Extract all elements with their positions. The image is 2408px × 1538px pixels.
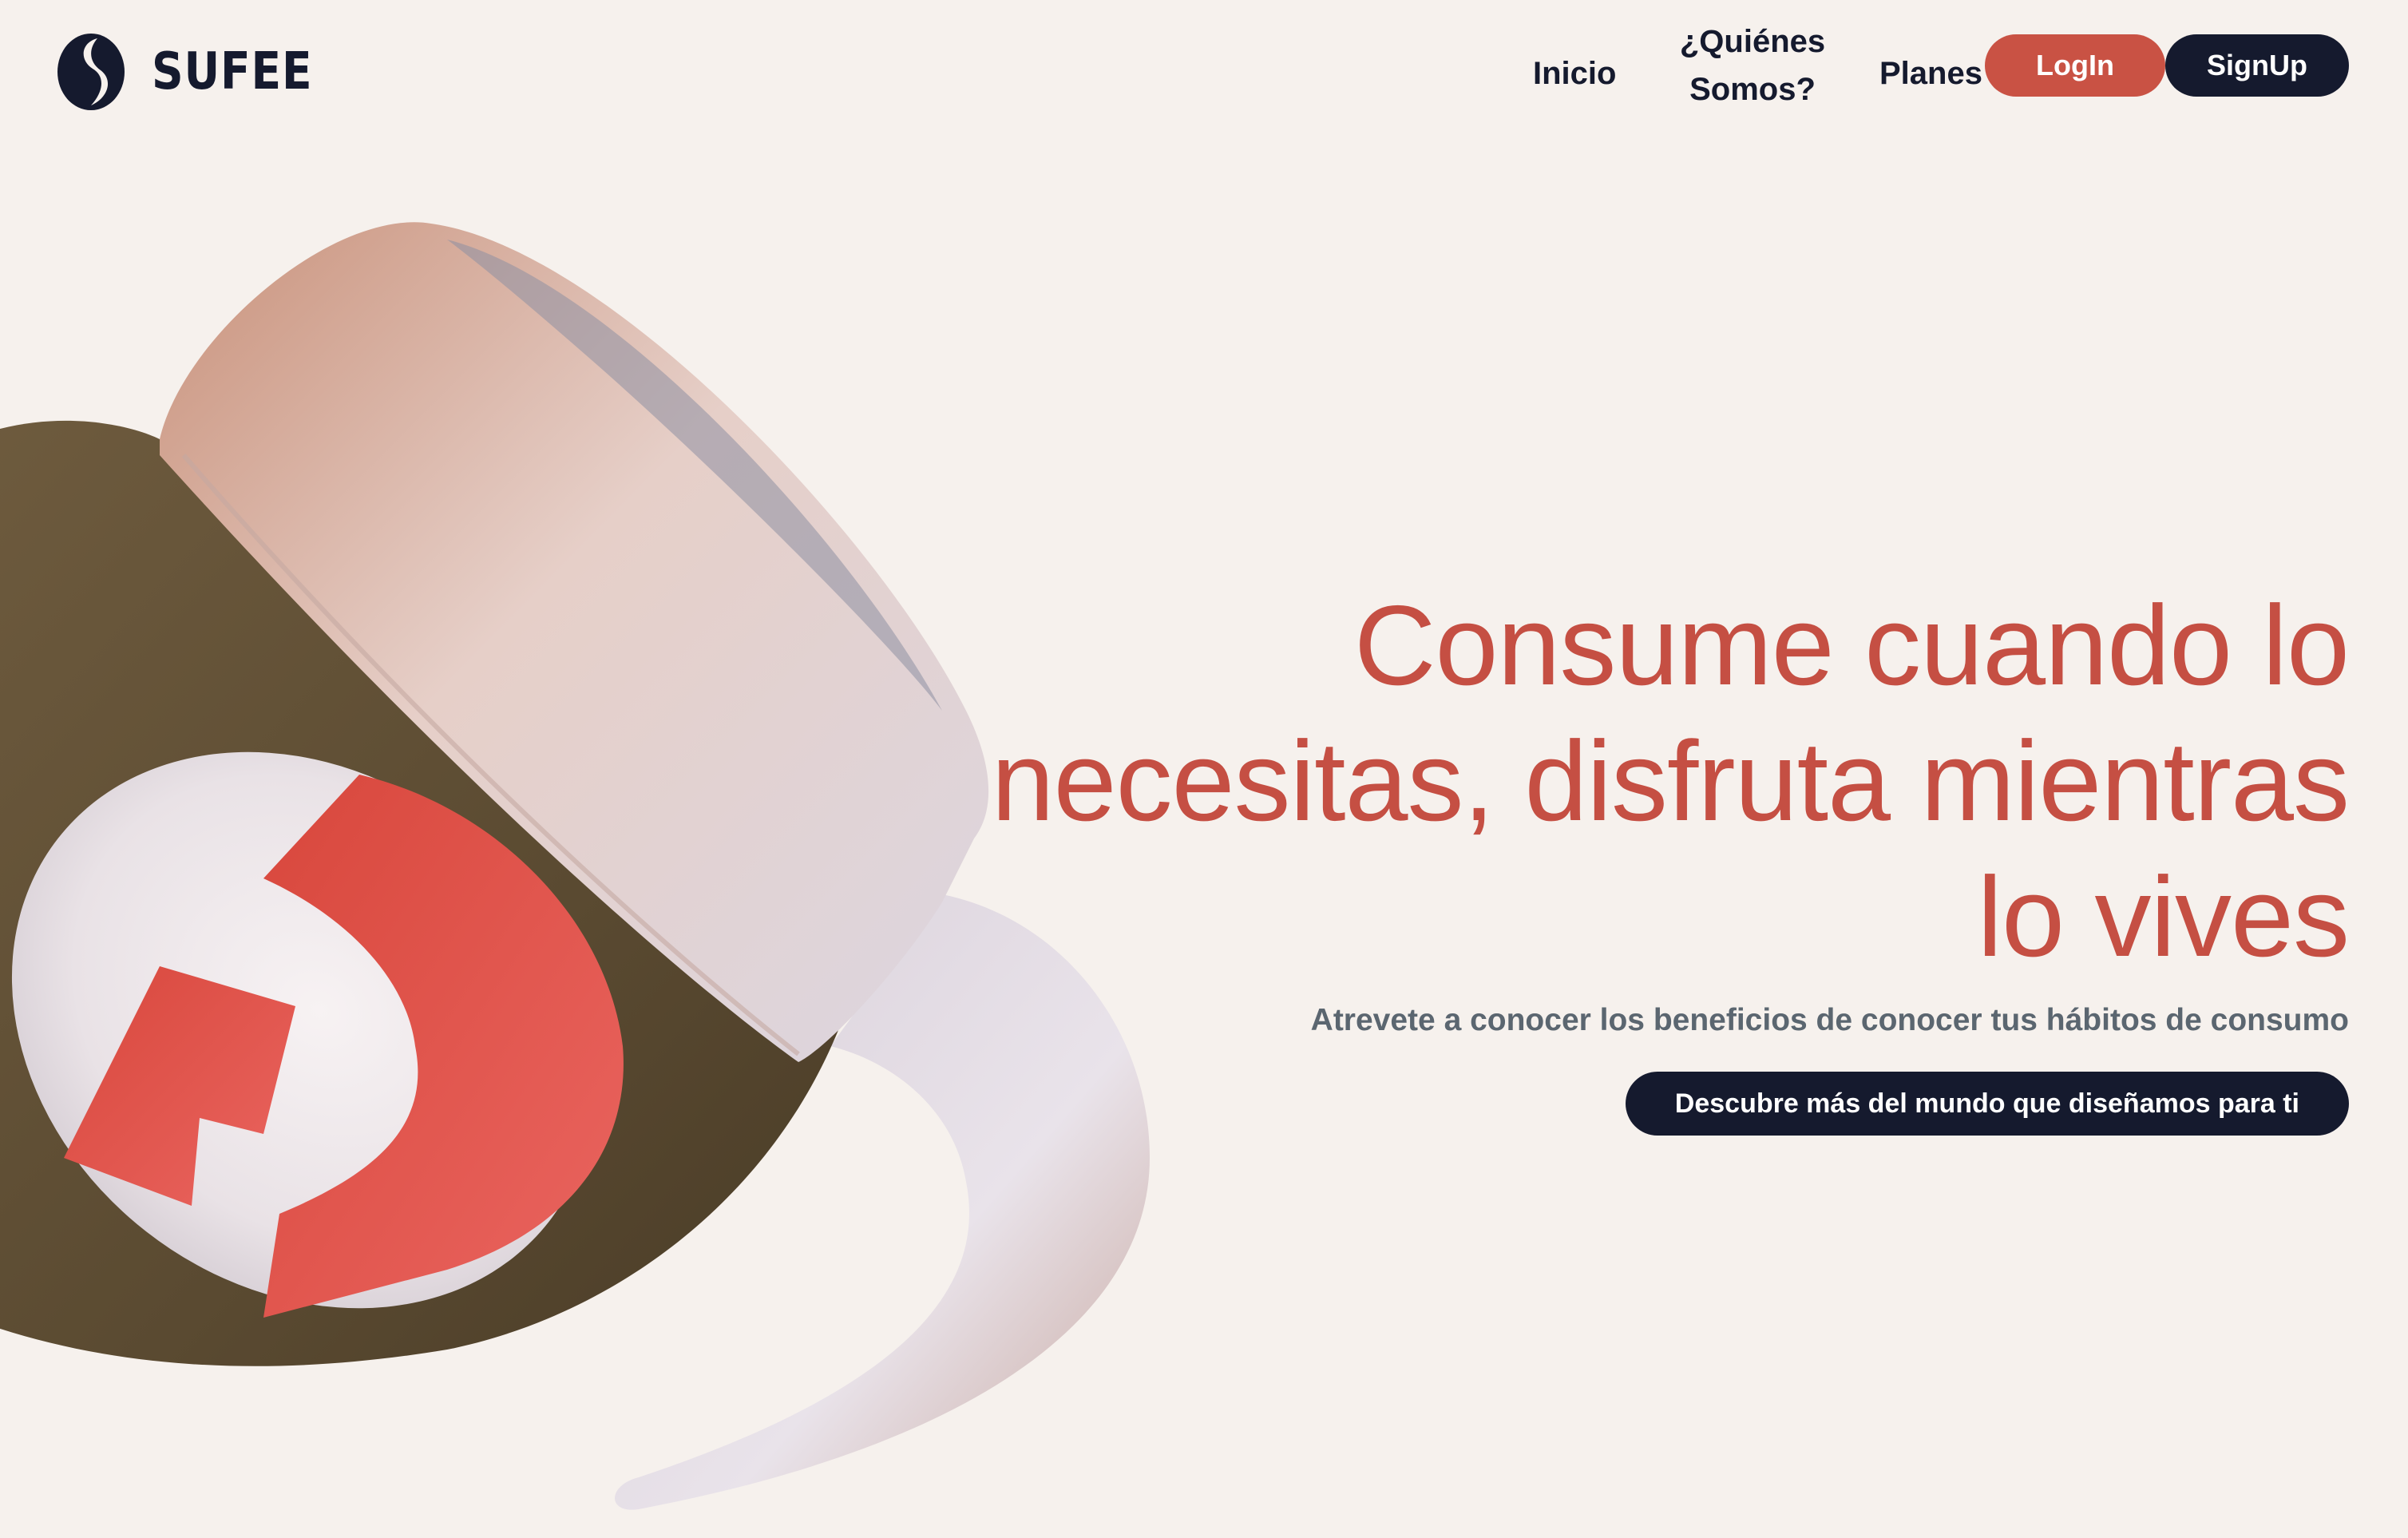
nav-link-quienes-somos[interactable]: ¿Quiénes Somos? — [1669, 18, 1836, 113]
hero-subtitle: Atrevete a conocer los beneficios de con… — [1310, 1003, 2349, 1037]
hero-title-line-1: Consume cuando lo — [1353, 582, 2350, 709]
nav-quienes-line2: Somos? — [1689, 72, 1816, 107]
nav-link-inicio[interactable]: Inicio — [1533, 50, 1616, 97]
nav-quienes-line1: ¿Quiénes — [1679, 24, 1826, 59]
top-header: SUFEE Inicio ¿Quiénes Somos? Planes LogI… — [0, 0, 2408, 144]
discover-more-button[interactable]: Descubre más del mundo que diseñamos par… — [1625, 1072, 2349, 1136]
s-swirl-logo-icon — [57, 34, 125, 110]
hero-title-line-2: necesitas, disfruta mientras — [991, 718, 2350, 845]
hero-title: Consume cuando lo necesitas, disfruta mi… — [944, 578, 2350, 985]
login-button[interactable]: LogIn — [1985, 34, 2165, 97]
signup-button[interactable]: SignUp — [2165, 34, 2349, 97]
hero-title-line-3: lo vives — [1977, 854, 2350, 981]
hero-section: Consume cuando lo necesitas, disfruta mi… — [944, 578, 2350, 1136]
nav-link-planes[interactable]: Planes — [1879, 50, 1982, 97]
brand-logo[interactable]: SUFEE — [56, 32, 339, 112]
brand-name: SUFEE — [152, 42, 313, 101]
landing-page: SUFEE Inicio ¿Quiénes Somos? Planes LogI… — [0, 0, 2408, 1538]
